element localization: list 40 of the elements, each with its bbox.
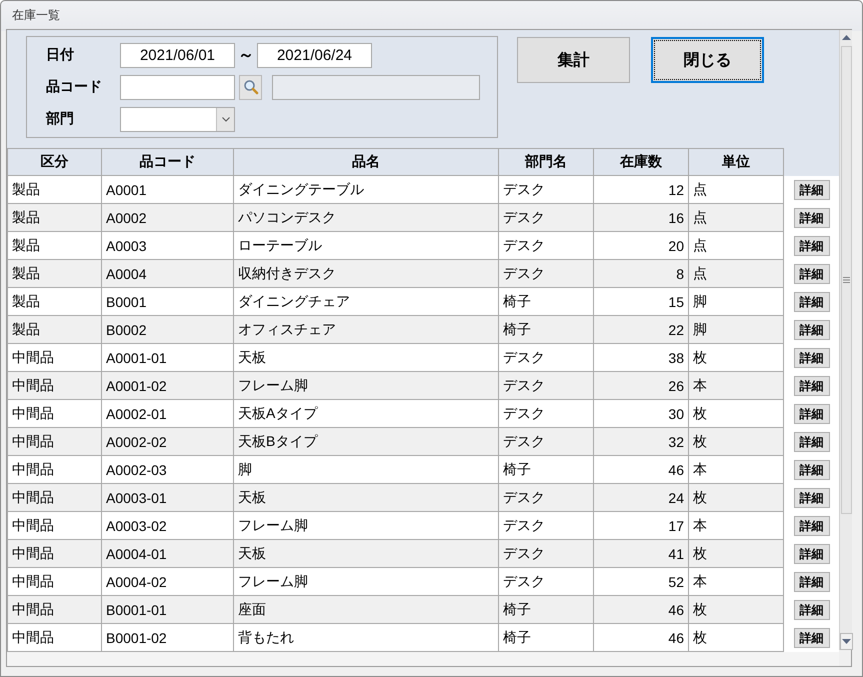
date-field[interactable]: 2021/06/01 <box>120 42 235 68</box>
detail-button[interactable]: 詳細 <box>794 376 830 396</box>
detail-button[interactable]: 詳細 <box>794 264 830 284</box>
code-field[interactable] <box>120 74 235 100</box>
detail-button[interactable]: 詳細 <box>794 488 830 508</box>
scrollbar[interactable] <box>839 30 852 650</box>
field-label: 品コード <box>46 78 103 96</box>
search-button[interactable] <box>239 74 262 100</box>
field-label: 日付 <box>46 46 75 64</box>
detail-button[interactable]: 詳細 <box>794 292 830 312</box>
detail-button[interactable]: 詳細 <box>794 572 830 592</box>
scroll-down-button[interactable] <box>840 633 852 650</box>
detail-button[interactable]: 詳細 <box>794 516 830 536</box>
detail-button[interactable]: 詳細 <box>794 320 830 340</box>
column-header[interactable]: 区分 <box>7 148 102 176</box>
command-button[interactable]: 閉じる <box>651 37 764 83</box>
field-label: 部門 <box>46 110 75 128</box>
scroll-thumb[interactable] <box>840 46 852 514</box>
grip-icon <box>842 277 850 283</box>
detail-button[interactable]: 詳細 <box>794 180 830 200</box>
range-separator: ～ <box>237 46 255 66</box>
detail-button[interactable]: 詳細 <box>794 628 830 648</box>
department-dropdown[interactable] <box>120 106 235 132</box>
column-header[interactable]: 品コード <box>102 148 234 176</box>
window-title: 在庫一覧 <box>12 6 60 24</box>
detail-button[interactable]: 詳細 <box>794 432 830 452</box>
chevron-down-icon <box>222 116 230 122</box>
detail-button[interactable]: 詳細 <box>794 544 830 564</box>
detail-button[interactable]: 詳細 <box>794 404 830 424</box>
detail-button[interactable]: 詳細 <box>794 208 830 228</box>
command-button[interactable]: 集計 <box>517 37 630 83</box>
detail-button[interactable]: 詳細 <box>794 236 830 256</box>
detail-button[interactable]: 詳細 <box>794 348 830 368</box>
column-header[interactable]: 品名 <box>234 148 499 176</box>
search-icon <box>242 79 258 95</box>
detail-button[interactable]: 詳細 <box>794 600 830 620</box>
detail-button[interactable]: 詳細 <box>794 460 830 480</box>
scroll-up-icon[interactable] <box>842 35 850 40</box>
date-field[interactable]: 2021/06/24 <box>257 42 372 68</box>
scroll-down-icon <box>842 639 850 644</box>
